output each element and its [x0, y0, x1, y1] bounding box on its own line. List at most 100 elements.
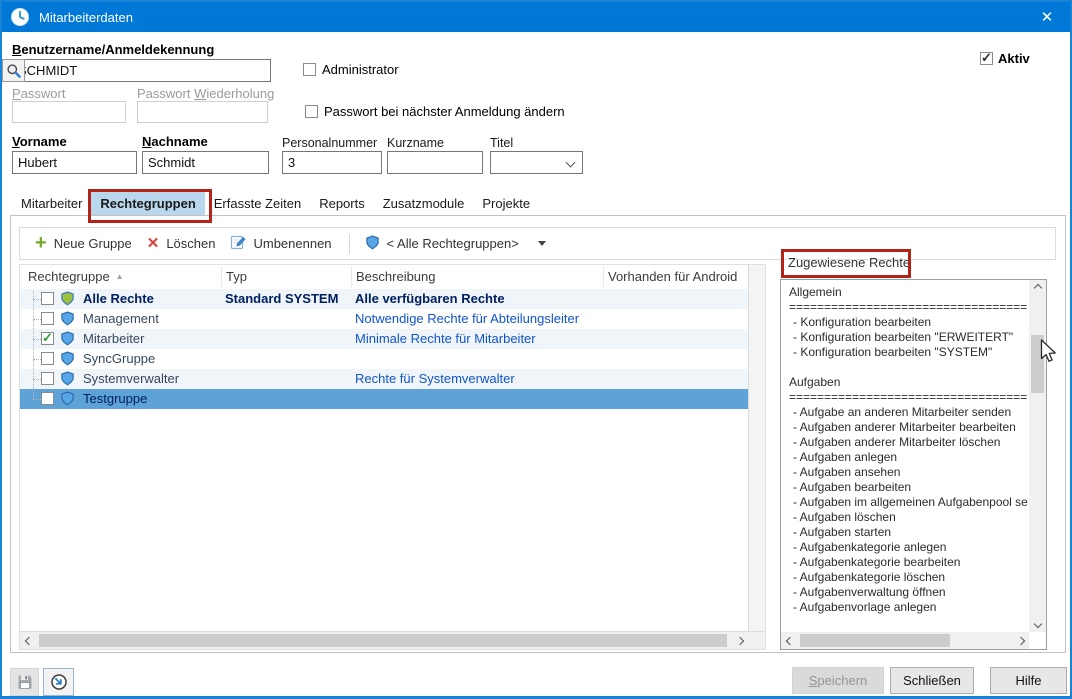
save-icon-button[interactable]: [10, 668, 39, 696]
rights-list-item: - Aufgabenvorlage anlegen: [789, 600, 1029, 615]
cell-beschreibung: Minimale Rechte für Mitarbeiter: [355, 329, 599, 349]
table-row[interactable]: ManagementNotwendige Rechte für Abteilun…: [20, 309, 749, 329]
cell-typ: Standard SYSTEM: [225, 289, 349, 309]
table-row[interactable]: Systemverwalter Rechte für Systemverwalte…: [20, 369, 749, 389]
chevron-down-icon: [566, 158, 576, 168]
circle-arrow-icon: [50, 673, 68, 691]
shield-icon: [60, 351, 75, 371]
tree-stub: [33, 339, 41, 340]
tree-stub: [33, 359, 41, 360]
tab-mitarbeiter[interactable]: Mitarbeiter: [12, 192, 91, 216]
scroll-right-icon[interactable]: [731, 632, 749, 649]
rights-list-item: - Aufgaben im allgemeinen Aufgabenpool s…: [789, 495, 1029, 510]
group-filter-dropdown[interactable]: < Alle Rechtegruppen>: [365, 235, 546, 253]
passwort-change-checkbox[interactable]: [305, 105, 318, 118]
rename-group-button[interactable]: Umbenennen: [230, 234, 331, 253]
table-row[interactable]: SyncGruppe: [20, 349, 749, 369]
kurzname-input[interactable]: [387, 151, 483, 174]
administrator-label: Administrator: [322, 62, 399, 77]
username-input[interactable]: [12, 59, 271, 82]
rights-list-item: Aufgaben: [789, 375, 1029, 390]
shield-icon: [60, 331, 75, 351]
shield-icon: [60, 291, 75, 311]
row-checkbox[interactable]: [41, 352, 54, 365]
scroll-right-icon[interactable]: [1012, 632, 1029, 649]
tree-stub: [33, 399, 41, 400]
scrollbar-thumb[interactable]: [800, 634, 950, 647]
tab-bar: MitarbeiterRechtegruppenErfasste ZeitenR…: [12, 192, 539, 216]
rights-list-item: - Aufgaben ansehen: [789, 465, 1029, 480]
cell-beschreibung: Rechte für Systemverwalter: [355, 369, 599, 389]
row-checkbox[interactable]: [41, 372, 54, 385]
column-header-vorhanden-android[interactable]: Vorhanden für Android: [608, 265, 737, 288]
cell-rechtegruppe: SyncGruppe: [83, 349, 221, 369]
tree-stub: [33, 299, 41, 300]
apply-icon-button[interactable]: [43, 668, 74, 696]
rights-horizontal-scrollbar[interactable]: [781, 632, 1029, 649]
table-row[interactable]: Alle RechteStandard SYSTEMAlle verfügbar…: [20, 289, 749, 309]
delete-group-button[interactable]: ✕ Löschen: [147, 236, 216, 251]
tab-projekte[interactable]: Projekte: [473, 192, 539, 216]
rights-vertical-scrollbar[interactable]: [1029, 280, 1046, 632]
table-horizontal-scrollbar[interactable]: [20, 631, 765, 649]
hilfe-button[interactable]: Hilfe: [990, 667, 1067, 694]
scrollbar-thumb[interactable]: [1031, 335, 1044, 393]
row-checkbox[interactable]: [41, 292, 54, 305]
sort-asc-icon: ▲: [116, 272, 124, 281]
passwort-wiederholung-input[interactable]: [137, 101, 268, 123]
scroll-left-icon[interactable]: [781, 632, 798, 649]
rights-list-item: - Aufgaben bearbeiten: [789, 480, 1029, 495]
row-checkbox[interactable]: [41, 392, 54, 405]
nachname-input[interactable]: [142, 151, 269, 174]
row-checkbox[interactable]: [41, 332, 54, 345]
table-body: Alle RechteStandard SYSTEMAlle verfügbar…: [20, 289, 749, 409]
table-vertical-scrollbar[interactable]: [748, 265, 765, 632]
app-clock-icon: [10, 7, 30, 27]
search-user-button[interactable]: [2, 59, 25, 82]
speichern-button[interactable]: Speichern: [792, 667, 884, 694]
rights-list-item: - Aufgabe an anderen Mitarbeiter senden: [789, 405, 1029, 420]
rights-list-item: - Aufgaben anderer Mitarbeiter bearbeite…: [789, 420, 1029, 435]
username-label: Benutzername/Anmeldekennung: [12, 42, 214, 57]
cell-rechtegruppe: Testgruppe: [83, 389, 221, 409]
row-checkbox[interactable]: [41, 312, 54, 325]
table-row[interactable]: Mitarbeiter Minimale Rechte für Mitarbeit…: [20, 329, 749, 349]
column-header-beschreibung[interactable]: Beschreibung: [356, 265, 436, 288]
scroll-left-icon[interactable]: [20, 632, 38, 649]
personalnummer-input[interactable]: [282, 151, 382, 174]
rights-list-item: - Aufgabenkategorie anlegen: [789, 540, 1029, 555]
scroll-down-icon[interactable]: [1029, 616, 1046, 632]
new-group-button[interactable]: + Neue Gruppe: [35, 236, 132, 251]
aktiv-checkbox[interactable]: [980, 52, 993, 65]
passwort-label: Passwort: [12, 86, 65, 101]
shield-icon: [365, 235, 380, 253]
tab-zusatzmodule[interactable]: Zusatzmodule: [374, 192, 474, 216]
column-header-typ[interactable]: Typ: [226, 265, 247, 288]
cell-rechtegruppe: Systemverwalter: [83, 369, 221, 389]
tab-rechtegruppen[interactable]: Rechtegruppen: [91, 192, 204, 216]
search-icon: [6, 63, 22, 79]
rights-list-item: ==================================: [789, 300, 1029, 315]
schliessen-button[interactable]: Schließen: [890, 667, 974, 694]
vorname-input[interactable]: [12, 151, 137, 174]
rights-list-item: - Aufgabenkategorie bearbeiten: [789, 555, 1029, 570]
cell-beschreibung: Alle verfügbaren Rechte: [355, 289, 599, 309]
column-header-rechtegruppe[interactable]: Rechtegruppe▲: [28, 265, 124, 288]
cell-beschreibung: Notwendige Rechte für Abteilungsleiter: [355, 309, 599, 329]
passwort-input[interactable]: [12, 101, 126, 123]
close-icon[interactable]: ✕: [1024, 2, 1070, 32]
table-row[interactable]: Testgruppe: [20, 389, 749, 409]
cell-rechtegruppe: Mitarbeiter: [83, 329, 221, 349]
rechtegruppen-table: Rechtegruppe▲ Typ Beschreibung Vorhanden…: [19, 264, 766, 650]
tab-erfasste-zeiten[interactable]: Erfasste Zeiten: [205, 192, 310, 216]
kurzname-label: Kurzname: [387, 136, 444, 150]
rights-list-item: - Aufgaben anderer Mitarbeiter löschen: [789, 435, 1029, 450]
zugewiesene-rechte-label: Zugewiesene Rechte: [788, 255, 910, 270]
tab-reports[interactable]: Reports: [310, 192, 374, 216]
scroll-up-icon[interactable]: [1029, 280, 1046, 296]
administrator-checkbox[interactable]: [303, 63, 316, 76]
titel-select[interactable]: [490, 151, 583, 174]
plus-icon: +: [35, 237, 47, 249]
scrollbar-thumb[interactable]: [39, 634, 727, 647]
tree-stub: [33, 379, 41, 380]
